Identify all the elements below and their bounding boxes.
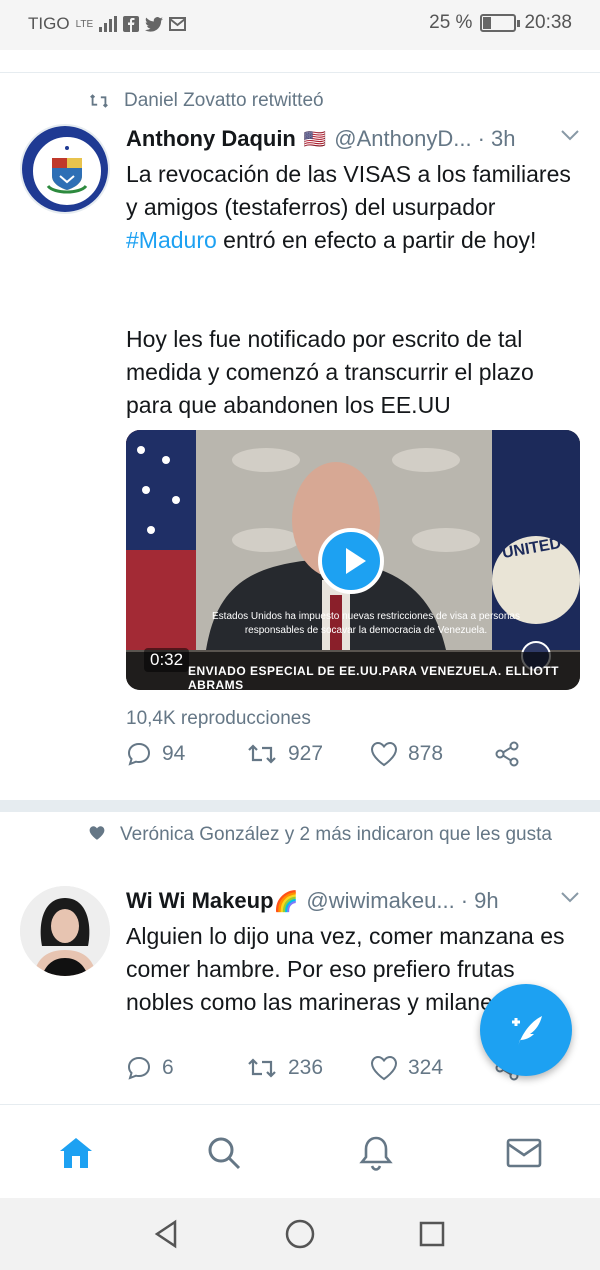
like-button[interactable]: 878	[370, 741, 443, 767]
video-lower-third: ENVIADO ESPECIAL DE EE.UU.PARA VENEZUELA…	[126, 652, 580, 690]
profile-photo	[20, 886, 110, 976]
nav-messages[interactable]	[504, 1133, 544, 1173]
nav-home[interactable]	[56, 1133, 96, 1173]
twitter-status-icon	[145, 16, 164, 32]
compose-tweet-button[interactable]	[480, 984, 572, 1076]
recents-square-icon	[419, 1221, 445, 1247]
mail-icon	[506, 1138, 542, 1168]
like-button[interactable]: 324	[370, 1055, 443, 1081]
retweet-button[interactable]: 927	[246, 742, 323, 766]
retweet-button[interactable]: 236	[246, 1056, 323, 1080]
tweet-text: La revocación de las VISAS a los familia…	[126, 161, 571, 253]
battery-percent: 25 %	[429, 12, 473, 33]
nav-notifications[interactable]	[356, 1133, 396, 1173]
video-player[interactable]: Estados Unidos ha impuesto nuevas restri…	[126, 430, 580, 690]
bottom-nav	[0, 1104, 600, 1198]
chevron-down-icon[interactable]	[560, 128, 580, 142]
view-count: 10,4K reproducciones	[126, 708, 311, 729]
battery-icon	[480, 14, 521, 32]
reply-count: 94	[162, 742, 186, 765]
top-divider	[0, 72, 600, 73]
social-context: Daniel Zovatto retwitteó	[88, 90, 324, 112]
flag-emoji: 🇺🇸	[303, 128, 327, 149]
like-count: 878	[408, 742, 444, 765]
play-button[interactable]	[318, 528, 384, 594]
reply-button[interactable]: 94	[126, 741, 185, 767]
bell-icon	[359, 1136, 393, 1171]
compose-feather-icon	[512, 1016, 542, 1046]
home-circle-icon	[285, 1219, 315, 1249]
back-triangle-icon	[154, 1219, 177, 1249]
tweet-time: · 3h	[477, 126, 516, 151]
avatar[interactable]	[20, 886, 110, 976]
reply-icon	[127, 1056, 151, 1080]
heart-icon	[370, 1055, 398, 1081]
heart-icon	[89, 826, 105, 840]
android-back-button[interactable]	[148, 1216, 184, 1252]
social-context-text: Verónica González y 2 más indicaron que …	[120, 824, 552, 845]
retweet-count: 236	[288, 1056, 324, 1079]
social-context-text: Daniel Zovatto retwitteó	[124, 90, 324, 111]
hashtag-link[interactable]: #Maduro	[126, 227, 217, 253]
avatar[interactable]	[20, 124, 110, 214]
like-count: 324	[408, 1056, 444, 1079]
video-caption: Estados Unidos ha impuesto nuevas restri…	[212, 611, 520, 636]
user-handle[interactable]: @wiwimakeu...	[306, 888, 454, 914]
lte-label: LTE	[75, 18, 94, 30]
share-icon	[495, 741, 519, 767]
retweet-icon	[90, 94, 108, 108]
facebook-icon	[123, 16, 140, 32]
tweet-time: · 9h	[460, 888, 499, 913]
user-name[interactable]: Anthony Daquin	[126, 126, 296, 152]
video-duration: 0:32	[144, 648, 190, 672]
retweet-count: 927	[288, 742, 324, 765]
status-bar: TIGO LTE 25 % 20:38	[0, 0, 600, 50]
chevron-down-icon[interactable]	[560, 890, 580, 904]
social-context: Verónica González y 2 más indicaron que …	[88, 820, 568, 849]
tweet-divider	[0, 800, 600, 812]
android-home-button[interactable]	[282, 1216, 318, 1252]
reply-count: 6	[162, 1056, 174, 1079]
user-handle[interactable]: @AnthonyD...	[334, 126, 471, 152]
user-name[interactable]: Wi Wi Makeup	[126, 888, 274, 914]
reply-icon	[127, 742, 151, 766]
nav-search[interactable]	[204, 1133, 244, 1173]
search-icon	[208, 1137, 241, 1170]
mail-status-icon	[169, 17, 187, 31]
signal-icon	[99, 16, 118, 32]
reply-button[interactable]: 6	[126, 1055, 174, 1081]
heart-icon	[370, 741, 398, 767]
retweet-icon	[248, 744, 276, 764]
venezuela-seal-icon	[22, 126, 108, 212]
android-recents-button[interactable]	[414, 1216, 450, 1252]
tweet-text-paragraph: Hoy les fue notificado por escrito de ta…	[126, 326, 534, 418]
clock: 20:38	[524, 12, 572, 33]
rainbow-emoji: 🌈	[273, 890, 299, 913]
carrier-label: TIGO	[28, 14, 70, 33]
home-icon	[60, 1138, 92, 1168]
share-button[interactable]	[494, 741, 520, 767]
retweet-icon	[248, 1058, 276, 1078]
android-nav-bar	[0, 1198, 600, 1270]
